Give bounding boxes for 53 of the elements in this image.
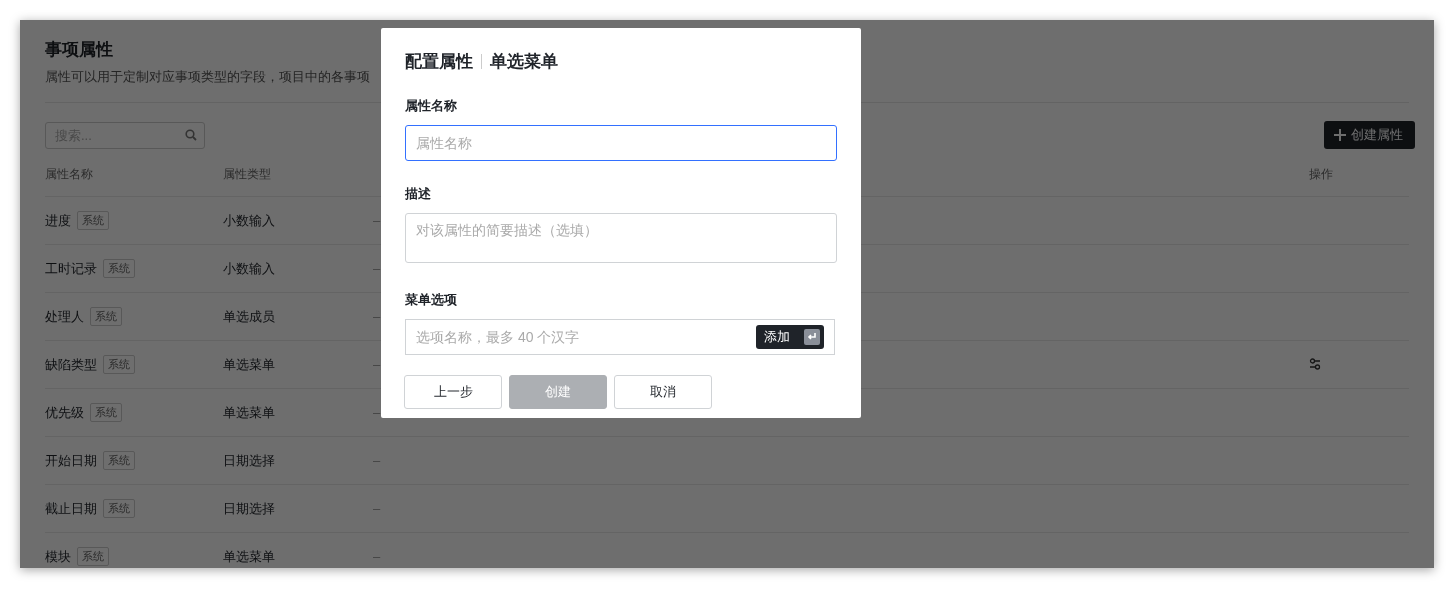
column-header: 属性类型	[223, 166, 272, 183]
page-description: 属性可以用于定制对应事项类型的字段，项目中的各事项	[45, 68, 371, 86]
field-label: 属性名称	[405, 97, 458, 115]
property-type: 小数输入	[223, 259, 276, 278]
search-icon	[185, 128, 197, 141]
enter-key-icon	[804, 329, 820, 345]
property-name: 模块	[45, 547, 71, 566]
dialog-title: 配置属性	[405, 51, 473, 73]
system-tag: 系统	[90, 403, 122, 422]
property-type: 单选菜单	[223, 355, 276, 374]
description-field[interactable]: 对该属性的简要描述（选填）	[405, 213, 837, 263]
system-tag: 系统	[103, 451, 135, 470]
field-label: 菜单选项	[405, 291, 458, 309]
property-type: 小数输入	[223, 211, 276, 230]
property-name: 截止日期	[45, 499, 97, 518]
dialog-subtitle: 单选菜单	[490, 51, 558, 73]
system-tag: 系统	[77, 211, 109, 230]
property-description: –	[373, 212, 381, 229]
property-name: 优先级	[45, 403, 84, 422]
system-tag: 系统	[103, 259, 135, 278]
field-label: 描述	[405, 185, 432, 203]
property-type: 单选成员	[223, 307, 276, 326]
property-name: 工时记录	[45, 259, 97, 278]
system-tag: 系统	[103, 355, 135, 374]
dialog-button[interactable]: 取消	[614, 375, 712, 409]
property-description: –	[373, 308, 381, 325]
property-type: 单选菜单	[223, 403, 276, 422]
property-name: 开始日期	[45, 451, 97, 470]
input-field[interactable]: 属性名称	[405, 125, 837, 161]
property-type: 日期选择	[223, 451, 276, 470]
property-description: –	[373, 548, 381, 565]
property-description: –	[373, 500, 381, 517]
settings-icon[interactable]	[1309, 357, 1321, 370]
property-description: –	[373, 260, 381, 277]
property-name: 缺陷类型	[45, 355, 97, 374]
option-field[interactable]: 选项名称，最多 40 个汉字 添加	[405, 319, 835, 355]
column-header: 属性名称	[45, 166, 94, 183]
system-tag: 系统	[90, 307, 122, 326]
property-name: 处理人	[45, 307, 84, 326]
system-tag: 系统	[77, 547, 109, 566]
dialog-button[interactable]: 上一步	[404, 375, 502, 409]
property-name: 进度	[45, 211, 71, 230]
property-type: 单选菜单	[223, 547, 276, 566]
plus-icon	[1334, 129, 1346, 141]
page-title: 事项属性	[45, 39, 113, 61]
column-header: 操作	[1309, 166, 1334, 183]
add-button[interactable]: 添加	[756, 325, 824, 349]
system-tag: 系统	[103, 499, 135, 518]
property-description: –	[373, 356, 381, 373]
property-description: –	[373, 404, 381, 421]
property-type: 日期选择	[223, 499, 276, 518]
property-description: –	[373, 452, 381, 469]
create-property-button[interactable]: 创建属性	[1324, 121, 1415, 149]
